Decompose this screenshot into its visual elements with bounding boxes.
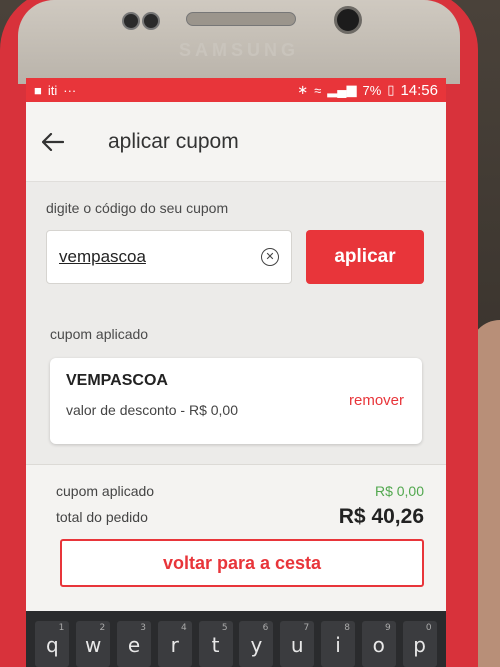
key-hint: 0	[425, 623, 432, 633]
signal-icon: ▂▄▆	[327, 82, 357, 97]
applied-coupon-card: VEMPASCOA valor de desconto - R$ 0,00 re…	[50, 358, 422, 444]
arrow-left-icon	[42, 132, 64, 151]
app-header: aplicar cupom	[26, 102, 446, 182]
apply-coupon-button[interactable]: aplicar	[306, 230, 424, 284]
keyboard-key-u[interactable]: 7u	[280, 621, 315, 667]
keyboard-key-e[interactable]: 3e	[116, 621, 151, 667]
device-brand: SAMSUNG	[178, 40, 299, 60]
coupon-code-value: vempascoa	[59, 247, 146, 266]
applied-coupon-code: VEMPASCOA	[66, 372, 168, 389]
key-hint: 6	[262, 623, 269, 633]
keyboard-key-p[interactable]: 0p	[402, 621, 437, 667]
status-time: 14:56	[400, 81, 438, 99]
battery-percent: 7%	[362, 82, 382, 98]
coupon-entry-section: digite o código do seu cupom vempascoa ✕…	[26, 182, 446, 284]
order-total-value: R$ 40,26	[338, 505, 424, 528]
soft-keyboard: 1q2w3e4r5t6y7u8i9o0p	[26, 611, 446, 667]
page-title: aplicar cupom	[108, 129, 239, 153]
battery-icon: ▯	[387, 82, 395, 97]
key-hint: 1	[58, 623, 65, 633]
key-char: r	[170, 633, 179, 657]
key-char: u	[290, 633, 304, 657]
coupon-code-input[interactable]: vempascoa ✕	[46, 230, 292, 284]
key-char: e	[127, 633, 141, 657]
key-char: o	[372, 633, 385, 657]
key-char: p	[413, 633, 426, 657]
key-char: t	[211, 633, 220, 657]
bluetooth-icon: ∗	[297, 82, 309, 97]
key-hint: 2	[99, 623, 106, 633]
summary-coupon-label: cupom aplicado	[56, 483, 155, 499]
applied-coupon-label: cupom aplicado	[50, 326, 149, 342]
keyboard-key-o[interactable]: 9o	[361, 621, 396, 667]
more-notifications-icon: ···	[63, 82, 77, 98]
remove-coupon-button[interactable]: remover	[349, 392, 404, 409]
keyboard-key-r[interactable]: 4r	[157, 621, 192, 667]
status-bar: ■ iti ··· ∗ ≈ ▂▄▆ 7% ▯ 14:56	[26, 78, 446, 102]
keyboard-key-t[interactable]: 5t	[198, 621, 233, 667]
summary-coupon-value: R$ 0,00	[374, 483, 424, 499]
keyboard-key-q[interactable]: 1q	[35, 621, 70, 667]
key-hint: 5	[221, 623, 228, 633]
key-hint: 7	[303, 623, 310, 633]
key-char: q	[46, 633, 59, 657]
close-circle-icon[interactable]: ✕	[261, 248, 279, 266]
applied-coupon-section: cupom aplicado VEMPASCOA valor de descon…	[26, 326, 446, 444]
back-to-cart-button[interactable]: voltar para a cesta	[60, 539, 424, 587]
status-app-name: iti	[47, 82, 58, 98]
keyboard-key-w[interactable]: 2w	[76, 621, 111, 667]
coupon-code-label: digite o código do seu cupom	[46, 200, 229, 216]
key-hint: 9	[385, 623, 391, 633]
key-hint: 4	[181, 623, 187, 633]
key-char: i	[335, 633, 341, 657]
front-lens-icon	[334, 6, 362, 34]
app-screen: ■ iti ··· ∗ ≈ ▂▄▆ 7% ▯ 14:56 aplicar cup…	[26, 78, 446, 667]
order-total-label: total do pedido	[56, 509, 148, 525]
front-camera-icon	[122, 12, 140, 30]
phone-bezel: SAMSUNG	[18, 0, 460, 84]
key-char: y	[250, 633, 263, 657]
key-hint: 8	[344, 623, 350, 633]
key-char: w	[85, 633, 102, 657]
keyboard-key-y[interactable]: 6y	[239, 621, 274, 667]
notification-icon: ■	[34, 82, 42, 98]
keyboard-key-i[interactable]: 8i	[320, 621, 355, 667]
back-button[interactable]	[26, 115, 80, 169]
key-hint: 3	[140, 623, 146, 633]
wifi-icon: ≈	[314, 82, 322, 98]
proximity-sensor-icon	[142, 12, 160, 30]
earpiece-speaker	[186, 12, 296, 26]
